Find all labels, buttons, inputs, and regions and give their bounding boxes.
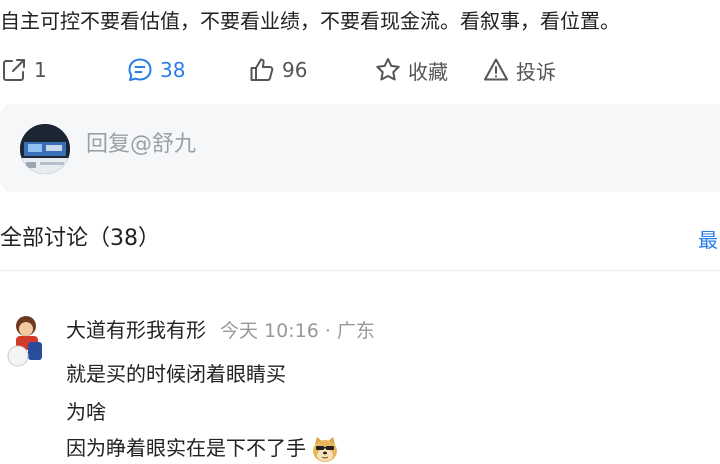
comment-icon bbox=[126, 56, 154, 84]
favorite-button[interactable]: 收藏 bbox=[374, 54, 448, 86]
discussion-header: 全部讨论（38） 最 bbox=[0, 216, 720, 256]
divider bbox=[0, 270, 720, 271]
post-body-text: 自主可控不要看估值，不要看业绩，不要看现金流。看叙事，看位置。 bbox=[0, 9, 620, 33]
commenter-avatar[interactable] bbox=[2, 312, 50, 368]
comment-text-line-last: 因为睁着眼实在是下不了手 bbox=[66, 432, 340, 464]
comment-header: 大道有形我有形 今天 10:16 · 广东 bbox=[66, 314, 375, 343]
share-icon bbox=[0, 56, 28, 84]
thumbs-up-icon bbox=[248, 56, 276, 84]
favorite-label: 收藏 bbox=[408, 59, 448, 84]
comment-button[interactable]: 38 bbox=[126, 54, 185, 86]
share-count: 1 bbox=[34, 58, 47, 82]
post-detail-page: 自主可控不要看估值，不要看业绩，不要看现金流。看叙事，看位置。 1 38 96 … bbox=[0, 0, 720, 464]
reply-composer[interactable] bbox=[0, 104, 720, 192]
post-action-bar: 1 38 96 收藏 投诉 bbox=[0, 54, 720, 86]
reply-input[interactable] bbox=[86, 132, 486, 157]
report-label: 投诉 bbox=[516, 59, 556, 84]
report-button[interactable]: 投诉 bbox=[482, 54, 556, 86]
warning-icon bbox=[482, 56, 510, 84]
comment-meta: 今天 10:16 · 广东 bbox=[220, 320, 375, 342]
doge-emoji-icon bbox=[310, 435, 340, 464]
comment-count: 38 bbox=[160, 58, 186, 82]
star-icon bbox=[374, 56, 402, 84]
current-user-avatar bbox=[20, 124, 70, 174]
discussion-title: 全部讨论（38） bbox=[0, 226, 160, 251]
sort-link[interactable]: 最 bbox=[698, 224, 718, 253]
comment-author[interactable]: 大道有形我有形 bbox=[66, 314, 206, 343]
comment-text-line: 为啥 bbox=[66, 400, 106, 424]
comment-text-line: 因为睁着眼实在是下不了手 bbox=[66, 436, 306, 460]
like-button[interactable]: 96 bbox=[248, 54, 307, 86]
share-button[interactable]: 1 bbox=[0, 54, 47, 86]
comment-text-line: 就是买的时候闭着眼睛买 bbox=[66, 362, 286, 386]
like-count: 96 bbox=[282, 58, 308, 82]
